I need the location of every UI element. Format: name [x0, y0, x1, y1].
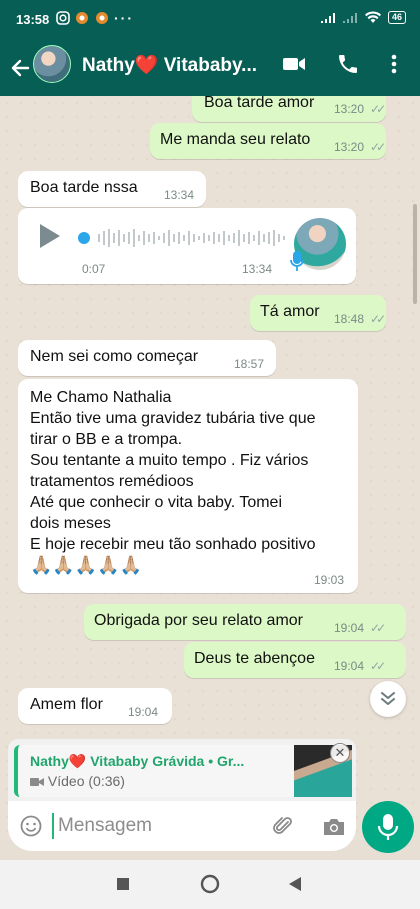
- message-text: Obrigada por seu relato amor: [94, 612, 303, 629]
- quoted-content: Vídeo (0:36): [30, 773, 125, 789]
- scroll-to-bottom-button[interactable]: [370, 681, 406, 717]
- signal-empty-icon: [342, 12, 357, 23]
- attachment-icon[interactable]: [272, 815, 294, 837]
- message-incoming[interactable]: Nem sei como começar 18:57: [18, 340, 276, 376]
- message-text: Deus te abençoe: [194, 650, 315, 667]
- status-time: 13:58: [16, 12, 50, 27]
- message-incoming[interactable]: Boa tarde nssa 13:34: [18, 171, 206, 207]
- video-call-icon[interactable]: [282, 55, 306, 73]
- recent-apps-icon[interactable]: [116, 877, 130, 891]
- chat-area[interactable]: Boa tarde amor 13:20 ✓✓ Me manda seu rela…: [0, 96, 420, 840]
- microphone-icon: [377, 814, 399, 840]
- more-options-icon[interactable]: [386, 52, 402, 76]
- home-icon[interactable]: [200, 874, 220, 894]
- phone-call-icon[interactable]: [336, 52, 360, 76]
- microphone-icon: [290, 251, 304, 271]
- message-outgoing[interactable]: Tá amor 18:48 ✓✓: [250, 295, 386, 331]
- voice-elapsed: 0:07: [82, 262, 106, 276]
- notification-icons: ···: [56, 10, 134, 26]
- message-meta: 13:20 ✓✓: [334, 140, 386, 154]
- message-meta: 18:48 ✓✓: [334, 312, 386, 326]
- quoted-sender: Nathy❤️ Vitababy Grávida • Gr...: [30, 753, 245, 769]
- message-time: 18:57: [234, 357, 265, 371]
- message-time: 19:04: [128, 705, 159, 719]
- message-incoming[interactable]: Amem flor 19:04: [18, 688, 172, 724]
- message-meta: 19:04 ✓✓: [334, 659, 386, 673]
- status-bar: 13:58 ··· 46: [0, 0, 420, 40]
- waveform[interactable]: [96, 226, 296, 250]
- wifi-icon: [364, 11, 381, 23]
- message-text: Me Chamo Nathalia Então tive uma gravide…: [30, 389, 316, 575]
- instagram-icon: [56, 11, 70, 25]
- quoted-message[interactable]: Nathy❤️ Vitababy Grávida • Gr... Vídeo (…: [14, 745, 352, 797]
- chat-title[interactable]: Nathy❤️ Vitababy...: [82, 53, 257, 77]
- more-notifications-icon: ···: [114, 10, 134, 26]
- scrollbar[interactable]: [413, 204, 417, 304]
- message-time: 13:34: [242, 262, 273, 276]
- message-text: Boa tarde nssa: [30, 179, 138, 196]
- message-time: 19:03: [314, 573, 345, 587]
- chat-header: Nathy❤️ Vitababy...: [0, 40, 420, 96]
- app-notification-icon: [76, 12, 88, 24]
- message-text: Boa tarde amor: [204, 96, 315, 111]
- battery-icon: 46: [387, 11, 406, 24]
- app-notification-icon: [96, 12, 108, 24]
- video-icon: [30, 778, 44, 787]
- play-icon[interactable]: [40, 224, 60, 248]
- message-outgoing[interactable]: Boa tarde amor 13:20 ✓✓: [192, 96, 386, 122]
- message-text: Me manda seu relato: [160, 131, 311, 148]
- voice-record-button[interactable]: [362, 801, 414, 853]
- message-input[interactable]: [52, 813, 252, 839]
- playback-position[interactable]: [78, 232, 90, 244]
- message-outgoing[interactable]: Deus te abençoe 19:04 ✓✓: [184, 642, 406, 678]
- message-text: Amem flor: [30, 696, 103, 713]
- voice-message[interactable]: 0:07 13:34: [18, 208, 356, 284]
- message-incoming[interactable]: Me Chamo Nathalia Então tive uma gravide…: [18, 379, 358, 593]
- signal-icon: [320, 12, 335, 23]
- close-reply-icon[interactable]: ✕: [330, 743, 350, 763]
- message-meta: 19:04 ✓✓: [334, 621, 386, 635]
- message-outgoing[interactable]: Me manda seu relato 13:20 ✓✓: [150, 123, 386, 159]
- message-outgoing[interactable]: Obrigada por seu relato amor 19:04 ✓✓: [84, 604, 406, 640]
- back-arrow-icon[interactable]: [8, 54, 32, 82]
- message-text: Nem sei como começar: [30, 348, 199, 365]
- emoji-icon[interactable]: [20, 815, 42, 837]
- back-nav-icon[interactable]: [288, 876, 302, 892]
- message-composer: [8, 801, 356, 851]
- status-right: 46: [320, 11, 406, 24]
- message-time: 13:34: [164, 188, 195, 202]
- double-chevron-down-icon: [381, 692, 395, 705]
- message-text: Tá amor: [260, 303, 320, 320]
- reply-preview[interactable]: Nathy❤️ Vitababy Grávida • Gr... Vídeo (…: [8, 739, 356, 801]
- contact-avatar[interactable]: [33, 45, 71, 83]
- camera-icon[interactable]: [322, 817, 346, 837]
- system-nav-bar: [0, 860, 420, 909]
- message-meta: 13:20 ✓✓: [334, 102, 386, 116]
